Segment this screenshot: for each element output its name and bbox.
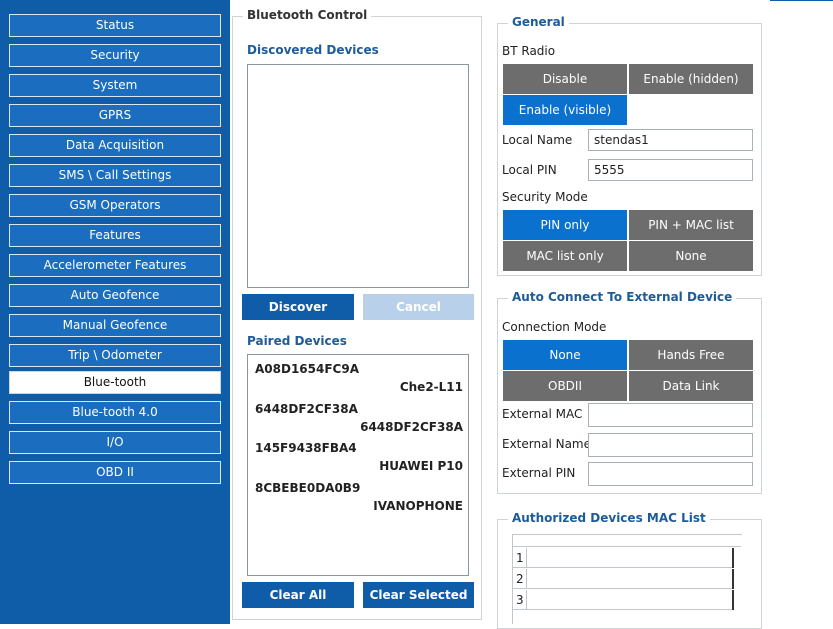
sidebar-item-manual-geofence[interactable]: Manual Geofence <box>9 314 221 337</box>
grid-row[interactable]: 3 <box>513 590 734 610</box>
bt-radio-disable-option[interactable]: Disable <box>503 64 627 94</box>
sidebar-item-auto-geofence[interactable]: Auto Geofence <box>9 284 221 307</box>
bluetooth-control-title: Bluetooth Control <box>243 8 372 22</box>
sidebar-item-bluetooth[interactable]: Blue-tooth <box>9 371 221 394</box>
sidebar-item-status[interactable]: Status <box>9 14 221 37</box>
sidebar-item-trip-odometer[interactable]: Trip \ Odometer <box>9 344 221 367</box>
paired-device-mac[interactable]: A08D1654FC9A <box>255 362 359 376</box>
local-name-input[interactable]: stendas1 <box>588 129 753 151</box>
security-mode-none-option[interactable]: None <box>629 241 753 271</box>
clear-all-button[interactable]: Clear All <box>242 582 354 608</box>
cancel-button: Cancel <box>363 294 474 320</box>
header-divider <box>770 0 833 1</box>
external-mac-label: External MAC <box>502 407 583 421</box>
sidebar-item-accelerometer-features[interactable]: Accelerometer Features <box>9 254 221 277</box>
paired-device-mac[interactable]: 8CBEBE0DA0B9 <box>255 481 360 495</box>
mac-cell[interactable] <box>527 569 734 589</box>
local-name-label: Local Name <box>502 133 573 147</box>
bt-radio-enable-visible-option[interactable]: Enable (visible) <box>503 95 627 125</box>
sidebar-item-obd-ii[interactable]: OBD II <box>9 461 221 484</box>
grid-header <box>513 535 741 547</box>
bt-radio-enable-hidden-option[interactable]: Enable (hidden) <box>629 64 753 94</box>
external-mac-input[interactable] <box>588 403 753 427</box>
paired-device-name[interactable]: Che2-L11 <box>330 380 463 394</box>
external-pin-label: External PIN <box>502 466 576 480</box>
security-mode-label: Security Mode <box>502 190 588 204</box>
authorized-mac-list-title: Authorized Devices MAC List <box>508 511 710 525</box>
sidebar-item-data-acquisition[interactable]: Data Acquisition <box>9 134 221 157</box>
row-number: 2 <box>513 569 527 589</box>
bt-radio-label: BT Radio <box>502 44 556 58</box>
external-name-input[interactable] <box>588 433 753 457</box>
sidebar-item-sms-call-settings[interactable]: SMS \ Call Settings <box>9 164 221 187</box>
local-pin-input[interactable]: 5555 <box>588 159 753 181</box>
paired-devices-label: Paired Devices <box>247 334 347 348</box>
connection-mode-hands-free-option[interactable]: Hands Free <box>629 340 753 370</box>
sidebar-item-gsm-operators[interactable]: GSM Operators <box>9 194 221 217</box>
external-name-label: External Name <box>502 437 592 451</box>
discover-button[interactable]: Discover <box>242 294 354 320</box>
mac-cell[interactable] <box>527 590 734 610</box>
local-pin-label: Local PIN <box>502 163 557 177</box>
grid-row[interactable]: 1 <box>513 548 734 568</box>
security-mode-pin-mac-list-option[interactable]: PIN + MAC list <box>629 210 753 240</box>
authorized-mac-grid[interactable]: 1 2 3 <box>512 534 742 624</box>
sidebar-item-io[interactable]: I/O <box>9 431 221 454</box>
sidebar-item-system[interactable]: System <box>9 74 221 97</box>
connection-mode-data-link-option[interactable]: Data Link <box>629 371 753 401</box>
paired-device-mac[interactable]: 145F9438FBA4 <box>255 441 357 455</box>
discovered-devices-label: Discovered Devices <box>247 43 379 57</box>
sidebar-item-gprs[interactable]: GPRS <box>9 104 221 127</box>
connection-mode-label: Connection Mode <box>502 320 607 334</box>
auto-connect-title: Auto Connect To External Device <box>508 290 737 304</box>
clear-selected-button[interactable]: Clear Selected <box>363 582 474 608</box>
paired-device-name[interactable]: 6448DF2CF38A <box>330 420 463 434</box>
external-pin-input[interactable] <box>588 462 753 486</box>
paired-device-name[interactable]: IVANOPHONE <box>330 499 463 513</box>
sidebar: Status Security System GPRS Data Acquisi… <box>0 0 230 624</box>
sidebar-item-bluetooth-4[interactable]: Blue-tooth 4.0 <box>9 401 221 424</box>
row-number: 3 <box>513 590 527 610</box>
general-title: General <box>508 15 569 29</box>
security-mode-pin-only-option[interactable]: PIN only <box>503 210 627 240</box>
grid-row[interactable]: 2 <box>513 569 734 589</box>
discovered-devices-list[interactable] <box>247 64 469 288</box>
sidebar-item-features[interactable]: Features <box>9 224 221 247</box>
security-mode-mac-list-only-option[interactable]: MAC list only <box>503 241 627 271</box>
row-number: 1 <box>513 548 527 568</box>
mac-cell[interactable] <box>527 548 734 568</box>
paired-device-name[interactable]: HUAWEI P10 <box>330 459 463 473</box>
connection-mode-none-option[interactable]: None <box>503 340 627 370</box>
sidebar-item-security[interactable]: Security <box>9 44 221 67</box>
paired-device-mac[interactable]: 6448DF2CF38A <box>255 402 358 416</box>
connection-mode-obdii-option[interactable]: OBDII <box>503 371 627 401</box>
